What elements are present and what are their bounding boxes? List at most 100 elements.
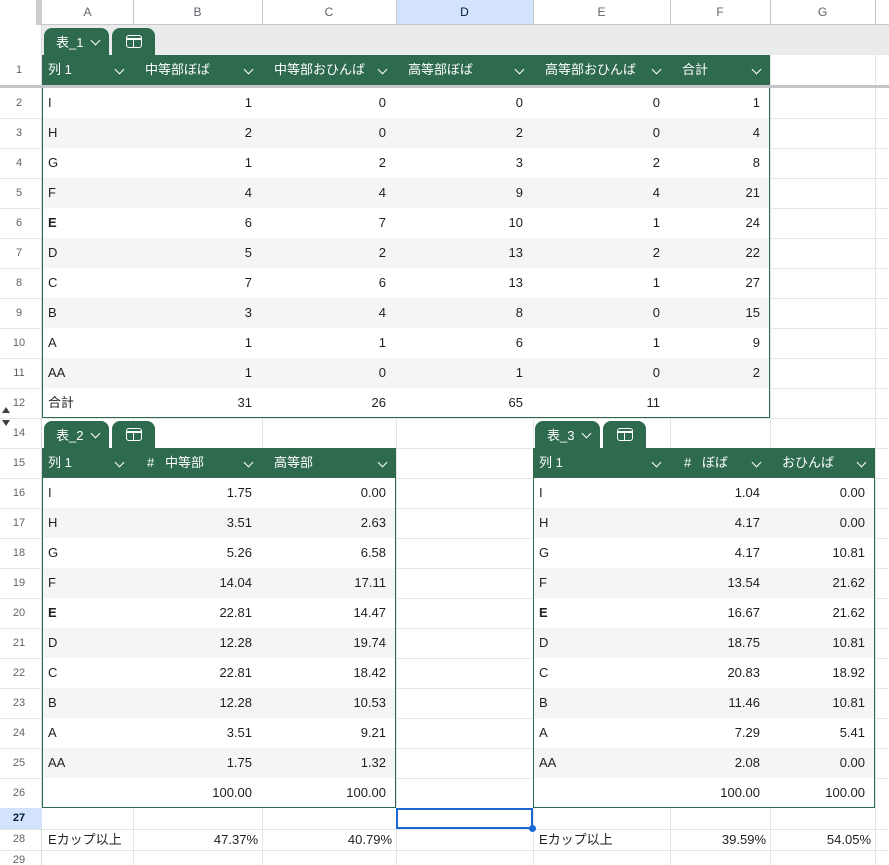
column-header-cell[interactable]: #中等部 — [133, 448, 262, 478]
cell[interactable]: 22 — [670, 238, 760, 268]
cell[interactable]: 2 — [670, 358, 760, 388]
column-dropdown-icon[interactable] — [652, 65, 662, 75]
cell[interactable]: G — [539, 538, 668, 568]
cell[interactable]: 1.75 — [133, 748, 252, 778]
cell[interactable]: 0 — [262, 358, 386, 388]
cell[interactable]: 1.75 — [133, 478, 252, 508]
cell[interactable]: 100.00 — [133, 778, 252, 808]
cell[interactable]: 7 — [133, 268, 252, 298]
row-header-3[interactable]: 3 — [0, 118, 38, 148]
cell[interactable]: 13 — [396, 238, 523, 268]
row-header-27[interactable]: 27 — [0, 808, 38, 829]
column-header-cell[interactable]: 列 1 — [42, 448, 133, 478]
row-header-12[interactable]: 12 — [0, 388, 38, 418]
cell[interactable]: 1 — [533, 268, 660, 298]
cell[interactable]: 22.81 — [133, 658, 252, 688]
cell[interactable]: A — [48, 328, 131, 358]
cell[interactable]: 54.05% — [770, 829, 871, 850]
cell[interactable]: 3 — [133, 298, 252, 328]
cell[interactable]: 1 — [533, 208, 660, 238]
cell[interactable]: 2.63 — [262, 508, 386, 538]
cell[interactable]: D — [48, 238, 131, 268]
cell[interactable]: 0 — [533, 298, 660, 328]
cell[interactable]: 39.59% — [670, 829, 766, 850]
cell[interactable]: 3.51 — [133, 508, 252, 538]
column-dropdown-icon[interactable] — [115, 458, 125, 468]
cell[interactable]: 9 — [396, 178, 523, 208]
cell[interactable]: H — [48, 508, 131, 538]
row-header-8[interactable]: 8 — [0, 268, 38, 298]
cell[interactable]: 4 — [670, 118, 760, 148]
cell[interactable]: 18.75 — [670, 628, 760, 658]
column-dropdown-icon[interactable] — [244, 65, 254, 75]
cell[interactable] — [670, 388, 760, 418]
table-menu-chip[interactable] — [112, 28, 155, 55]
column-dropdown-icon[interactable] — [752, 65, 762, 75]
cell[interactable]: 6 — [133, 208, 252, 238]
cell[interactable]: 8 — [396, 298, 523, 328]
row-header-1[interactable]: 1 — [0, 55, 38, 85]
column-header-F[interactable]: F — [670, 0, 770, 25]
cell[interactable]: 10.81 — [770, 628, 865, 658]
cell[interactable]: 合計 — [48, 388, 131, 418]
column-header-cell[interactable]: #ぼば — [670, 448, 770, 478]
cell[interactable]: 5 — [133, 238, 252, 268]
row-header-22[interactable]: 22 — [0, 658, 38, 688]
cell[interactable]: 16.67 — [670, 598, 760, 628]
cell[interactable]: 1 — [670, 88, 760, 118]
cell[interactable]: 21.62 — [770, 568, 865, 598]
unhide-rows-up-icon[interactable] — [2, 407, 10, 413]
cell[interactable]: 6.58 — [262, 538, 386, 568]
cell[interactable]: 1 — [133, 148, 252, 178]
cell[interactable]: 12.28 — [133, 628, 252, 658]
cell[interactable]: 0 — [262, 118, 386, 148]
row-header-10[interactable]: 10 — [0, 328, 38, 358]
cell[interactable]: 18.42 — [262, 658, 386, 688]
cell[interactable]: 0 — [533, 88, 660, 118]
cell[interactable]: 24 — [670, 208, 760, 238]
row-header-6[interactable]: 6 — [0, 208, 38, 238]
cell[interactable]: 40.79% — [262, 829, 392, 850]
cell[interactable]: C — [48, 268, 131, 298]
cell[interactable]: Eカップ以上 — [48, 829, 131, 850]
cell[interactable]: Eカップ以上 — [539, 829, 639, 850]
column-header-cell[interactable]: 高等部おひんば — [533, 55, 670, 85]
cell[interactable]: 31 — [133, 388, 252, 418]
cell[interactable] — [48, 778, 131, 808]
cell[interactable]: E — [539, 598, 668, 628]
cell[interactable]: 0.00 — [770, 478, 865, 508]
cell[interactable]: 4 — [262, 178, 386, 208]
cell[interactable]: 15 — [670, 298, 760, 328]
cell[interactable]: 12.28 — [133, 688, 252, 718]
table-menu-chip[interactable] — [603, 421, 646, 448]
cell[interactable]: 4 — [533, 178, 660, 208]
cell[interactable]: 0 — [396, 88, 523, 118]
cell[interactable]: 1 — [133, 328, 252, 358]
cell[interactable]: 10.53 — [262, 688, 386, 718]
cell[interactable]: 26 — [262, 388, 386, 418]
cell[interactable]: 2.08 — [670, 748, 760, 778]
table-name-chip[interactable]: 表_2 — [44, 421, 109, 448]
cell[interactable]: 2 — [396, 118, 523, 148]
cell[interactable]: E — [48, 598, 131, 628]
cell[interactable]: H — [539, 508, 668, 538]
cell[interactable]: 10.81 — [770, 688, 865, 718]
cell[interactable]: 100.00 — [670, 778, 760, 808]
cell[interactable]: B — [539, 688, 668, 718]
cell[interactable]: F — [539, 568, 668, 598]
cell[interactable]: AA — [48, 358, 131, 388]
cell[interactable]: 1.04 — [670, 478, 760, 508]
cell[interactable]: 47.37% — [133, 829, 258, 850]
cell[interactable]: 7.29 — [670, 718, 760, 748]
cell[interactable]: 0.00 — [770, 508, 865, 538]
cell[interactable]: I — [48, 88, 131, 118]
row-header-21[interactable]: 21 — [0, 628, 38, 658]
cell[interactable]: D — [48, 628, 131, 658]
cell[interactable]: 0 — [262, 88, 386, 118]
column-header-cell[interactable]: 高等部 — [262, 448, 396, 478]
column-dropdown-icon[interactable] — [244, 458, 254, 468]
cell[interactable]: 2 — [533, 238, 660, 268]
cell[interactable]: 10.81 — [770, 538, 865, 568]
cell[interactable]: 21 — [670, 178, 760, 208]
cell[interactable]: 4 — [133, 178, 252, 208]
